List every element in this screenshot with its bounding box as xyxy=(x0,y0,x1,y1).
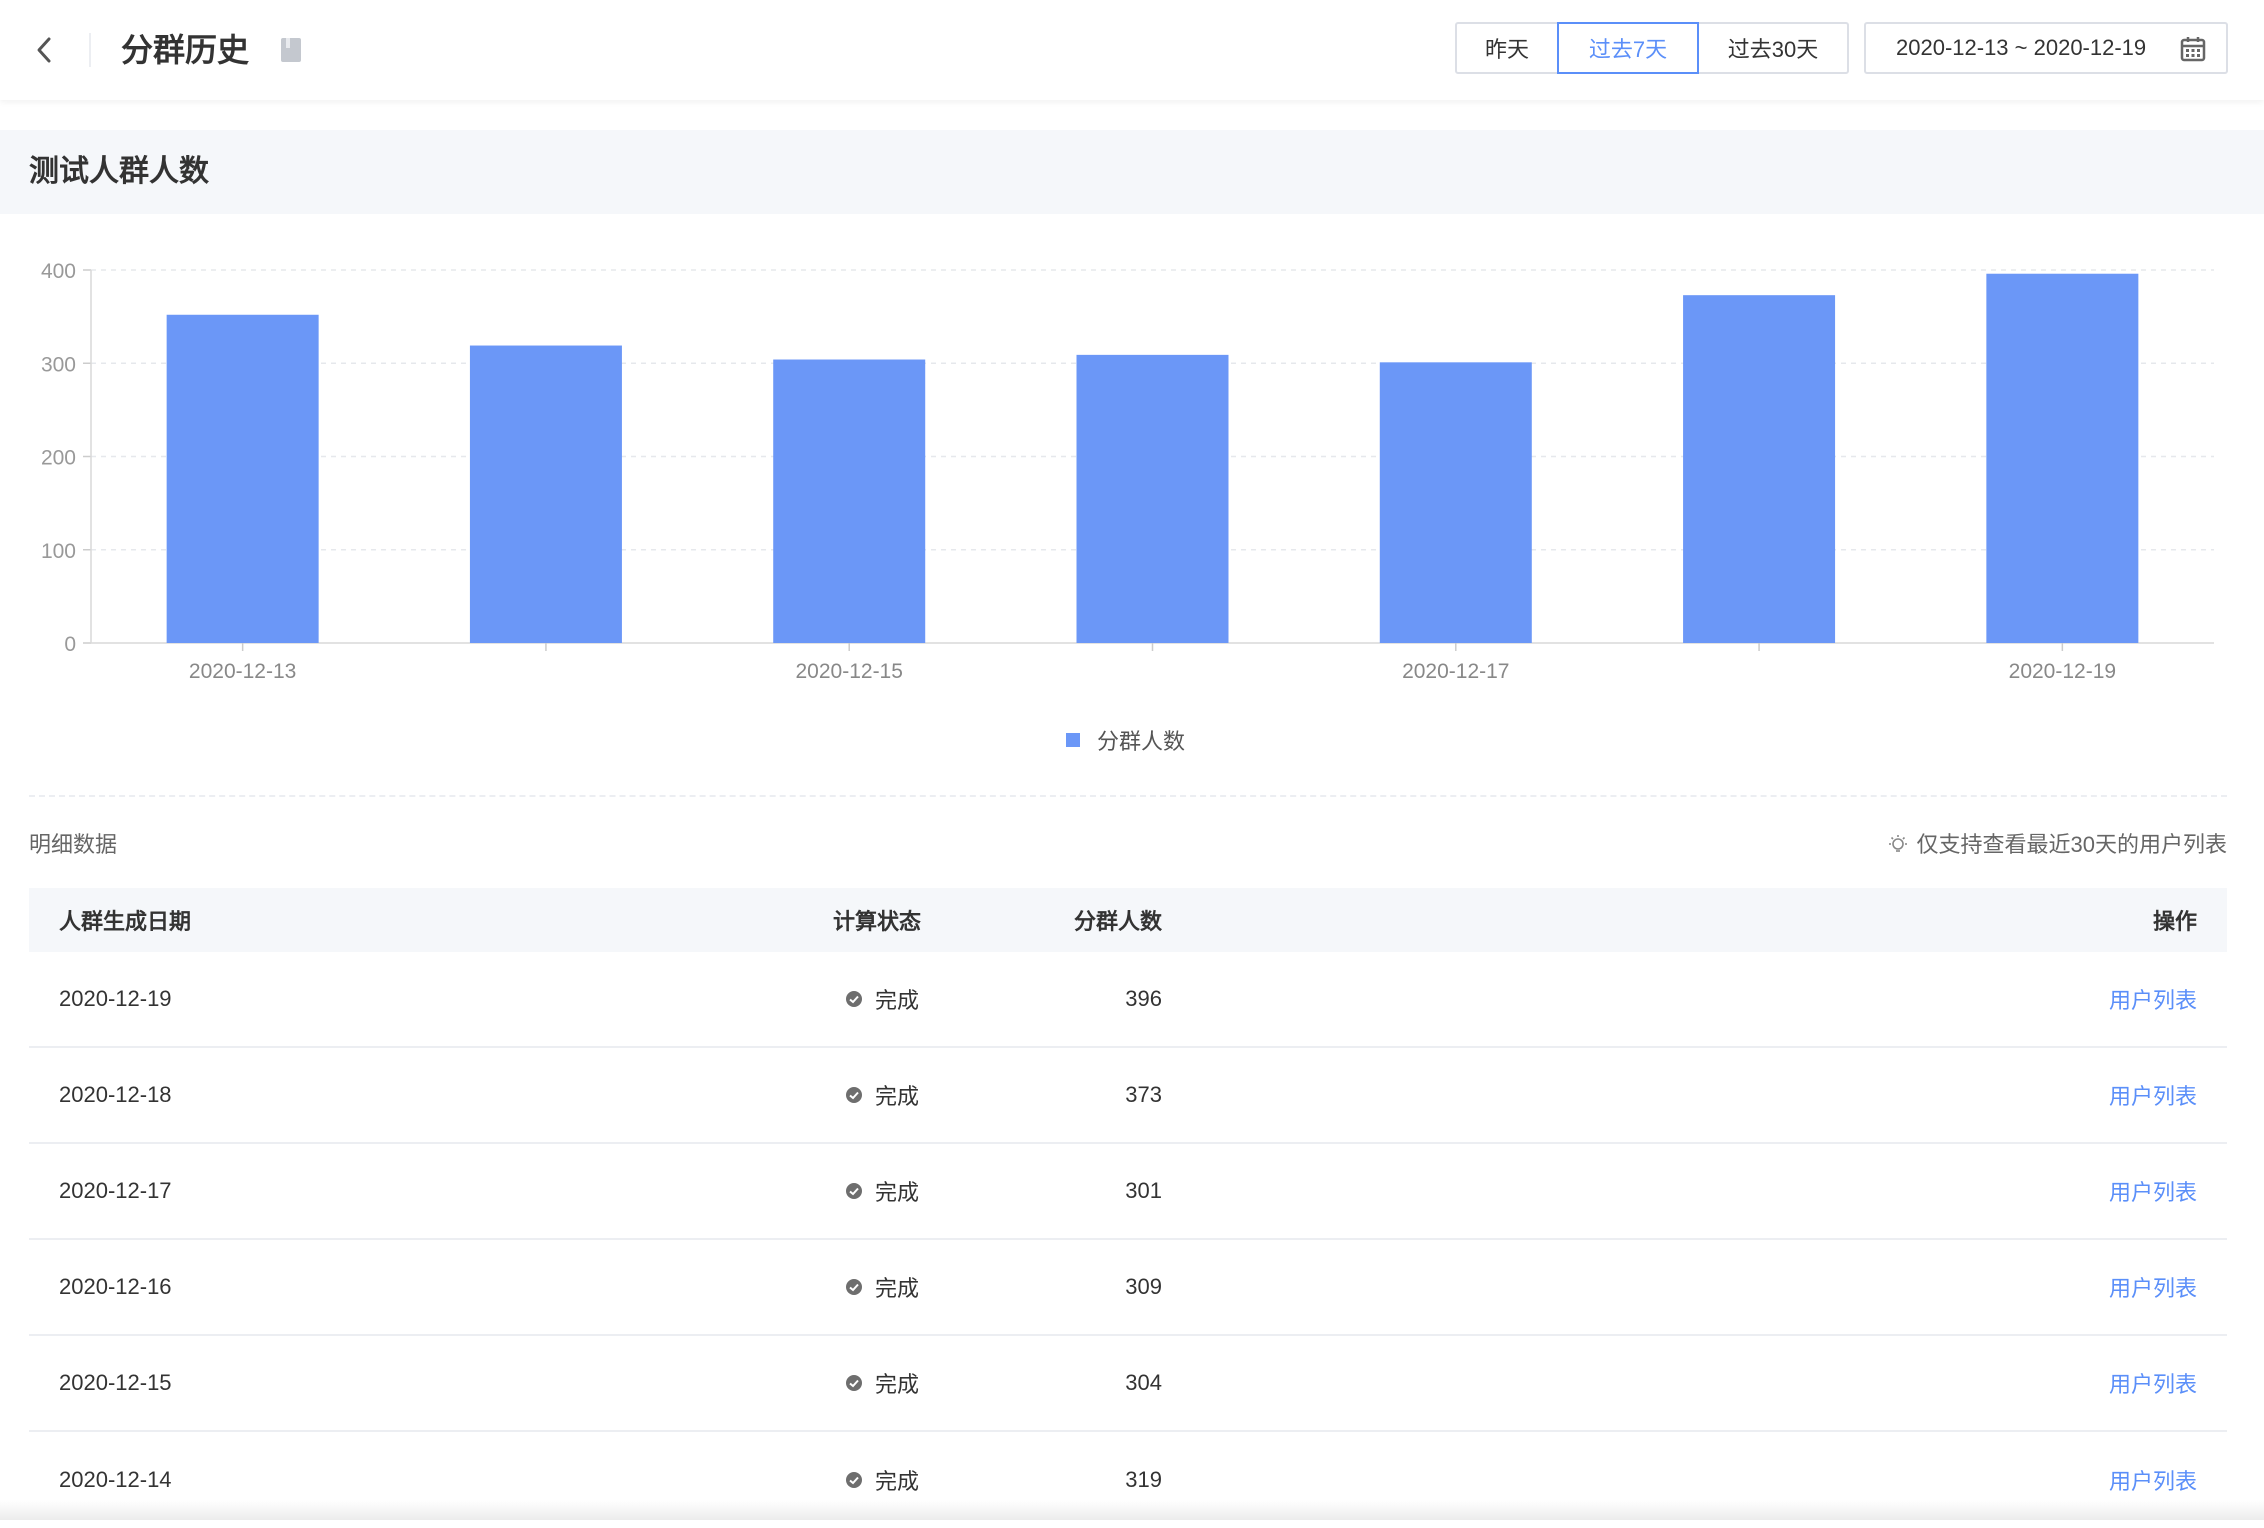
x-tick-label: 2020-12-17 xyxy=(1402,660,1509,683)
check-circle-icon xyxy=(846,1183,862,1199)
section-header xyxy=(0,130,2264,214)
details-hint: 仅支持查看最近30天的用户列表 xyxy=(1887,828,2227,862)
row-status-text: 完成 xyxy=(875,1372,920,1397)
column-header-status: 计算状态 xyxy=(833,888,921,952)
status-wrap: 完成 xyxy=(833,1175,919,1207)
bar xyxy=(469,345,622,643)
row-count: 373 xyxy=(1125,1082,1162,1107)
bar xyxy=(166,314,319,643)
row-status: 完成 xyxy=(833,1240,919,1334)
chevron-left-icon xyxy=(37,37,51,63)
row-status: 完成 xyxy=(833,1336,919,1430)
y-tick-label: 0 xyxy=(64,633,76,656)
row-count: 301 xyxy=(1125,1178,1162,1203)
section-divider xyxy=(29,795,2227,797)
user-list-link[interactable]: 用户列表 xyxy=(2109,1336,2197,1430)
check-circle-icon xyxy=(846,991,862,1007)
check-circle-icon xyxy=(846,1375,862,1391)
row-status: 完成 xyxy=(833,1144,919,1238)
status-wrap: 完成 xyxy=(833,1271,919,1303)
column-header-status-label: 计算状态 xyxy=(833,909,922,934)
back-button[interactable] xyxy=(24,30,64,70)
bar xyxy=(1379,362,1532,643)
y-tick-label: 200 xyxy=(41,447,76,470)
status-wrap: 完成 xyxy=(833,983,919,1015)
details-label: 明细数据 xyxy=(29,832,118,857)
bar xyxy=(1076,354,1229,643)
row-status-text: 完成 xyxy=(875,1084,920,1109)
status-wrap: 完成 xyxy=(833,1079,919,1111)
x-tick-label: 2020-12-15 xyxy=(796,660,903,683)
user-list-link[interactable]: 用户列表 xyxy=(2109,1240,2197,1334)
date-range-selector: 昨天 过去7天 过去30天 xyxy=(1455,22,1849,74)
row-status: 完成 xyxy=(833,1048,919,1142)
row-status-text: 完成 xyxy=(875,1469,920,1494)
bar xyxy=(1683,295,1836,643)
bar-chart: 0 100 200 300 400 2020-12-13 2020-12-15 2020-12… xyxy=(41,260,2214,683)
section-title: 测试人群人数 xyxy=(29,155,209,188)
check-circle-icon xyxy=(846,1472,862,1488)
row-date: 2020-12-15 xyxy=(59,1370,172,1395)
date-range-picker[interactable]: 2020-12-13 ~ 2020-12-19 xyxy=(1864,22,2228,74)
row-count: 309 xyxy=(1125,1274,1162,1299)
table-row: 2020-12-17 301 完成 用户列表 xyxy=(29,1144,2227,1240)
row-date: 2020-12-18 xyxy=(59,1082,172,1107)
table-body: 2020-12-19 396 完成 用户列表 2020-12-18 373 完成… xyxy=(29,952,2227,1528)
header-divider xyxy=(89,33,91,67)
table-row: 2020-12-19 396 完成 用户列表 xyxy=(29,952,2227,1048)
row-status: 完成 xyxy=(833,952,919,1046)
document-icon[interactable] xyxy=(278,36,306,64)
row-date: 2020-12-17 xyxy=(59,1178,172,1203)
row-count: 396 xyxy=(1125,986,1162,1011)
x-tick-label: 2020-12-19 xyxy=(2009,660,2116,683)
range-30days-button[interactable]: 过去30天 xyxy=(1697,22,1849,74)
details-table: 人群生成日期 分群人数 计算状态 操作 2020-12-19 396 完成 用户… xyxy=(29,888,2227,1528)
row-count: 304 xyxy=(1125,1370,1162,1395)
row-status-text: 完成 xyxy=(875,1276,920,1301)
top-header: 分群历史 昨天 过去7天 过去30天 2020-12-13 ~ 2020-12-… xyxy=(0,0,2264,100)
user-list-link[interactable]: 用户列表 xyxy=(2109,952,2197,1046)
page-title: 分群历史 xyxy=(121,32,250,68)
date-range-value: 2020-12-13 ~ 2020-12-19 xyxy=(1896,35,2147,60)
bottom-shadow xyxy=(0,1500,2264,1520)
x-tick-label: 2020-12-13 xyxy=(189,660,296,683)
status-wrap: 完成 xyxy=(833,1367,919,1399)
check-circle-icon xyxy=(846,1087,862,1103)
y-tick-label: 300 xyxy=(41,353,76,376)
chart-legend[interactable]: 分群人数 xyxy=(1066,724,1185,756)
row-status-text: 完成 xyxy=(875,1180,920,1205)
legend-swatch xyxy=(1066,733,1080,747)
user-list-link[interactable]: 用户列表 xyxy=(2109,1048,2197,1142)
row-date: 2020-12-19 xyxy=(59,986,172,1011)
column-header-count: 分群人数 xyxy=(1073,909,1162,934)
bar xyxy=(1986,273,2139,643)
status-wrap: 完成 xyxy=(833,1464,919,1496)
table-row: 2020-12-18 373 完成 用户列表 xyxy=(29,1048,2227,1144)
row-date: 2020-12-16 xyxy=(59,1274,172,1299)
lightbulb-icon xyxy=(1888,835,1907,852)
column-header-op: 操作 xyxy=(2152,909,2197,934)
table-header: 人群生成日期 分群人数 计算状态 操作 xyxy=(29,888,2227,952)
table-row: 2020-12-15 304 完成 用户列表 xyxy=(29,1336,2227,1432)
check-circle-icon xyxy=(846,1279,862,1295)
legend-label: 分群人数 xyxy=(1097,729,1186,754)
y-tick-label: 400 xyxy=(41,260,76,283)
calendar-icon xyxy=(2180,37,2206,62)
bar xyxy=(773,359,926,643)
details-hint-text: 仅支持查看最近30天的用户列表 xyxy=(1916,832,2227,857)
row-status-text: 完成 xyxy=(875,988,920,1013)
range-7days-button[interactable]: 过去7天 xyxy=(1557,22,1699,74)
y-tick-label: 100 xyxy=(41,540,76,563)
user-list-link[interactable]: 用户列表 xyxy=(2109,1144,2197,1238)
range-yesterday-button[interactable]: 昨天 xyxy=(1455,22,1559,74)
table-row: 2020-12-16 309 完成 用户列表 xyxy=(29,1240,2227,1336)
column-header-date: 人群生成日期 xyxy=(59,909,192,934)
